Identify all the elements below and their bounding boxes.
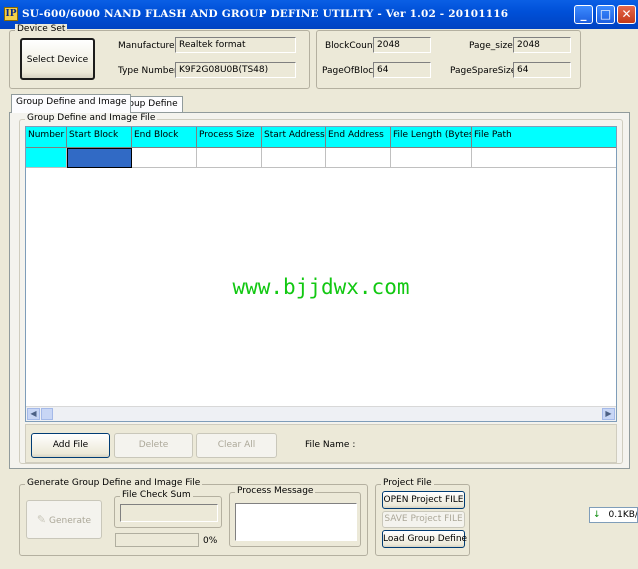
generate-label: Generate (49, 516, 92, 526)
cell-end-block[interactable] (132, 148, 197, 168)
generate-legend: Generate Group Define and Image File (25, 478, 203, 488)
block-count-label: BlockCount (325, 41, 377, 51)
close-icon: ✕ (621, 7, 632, 21)
column-header-file-length[interactable]: File Length (Bytes) (391, 127, 472, 148)
checksum-field (120, 504, 218, 522)
cell-file-path[interactable] (472, 148, 616, 168)
selected-cell-start-block[interactable] (67, 148, 132, 168)
generate-button[interactable]: ✎ Generate (26, 500, 102, 539)
column-header-process-size[interactable]: Process Size (197, 127, 262, 148)
minimize-button[interactable]: _ (574, 5, 593, 24)
column-header-start-block[interactable]: Start Block (67, 127, 132, 148)
column-header-number[interactable]: Number (26, 127, 67, 148)
page-spare-size-field: 64 (513, 62, 571, 78)
page-spare-size-label: PageSpareSize (450, 66, 517, 76)
checksum-legend: File Check Sum (120, 490, 193, 500)
cell-process-size[interactable] (197, 148, 262, 168)
manufacturer-label: Manufacturer (118, 41, 179, 51)
scroll-thumb[interactable] (41, 408, 53, 420)
close-button[interactable]: ✕ (617, 5, 636, 24)
progress-bar (115, 533, 199, 547)
device-set-legend: Device Set (15, 24, 68, 34)
clear-all-button[interactable]: Clear All (196, 433, 277, 458)
watermark-text: www.bjjdwx.com (232, 275, 410, 299)
save-project-file-button[interactable]: SAVE Project FILE (382, 511, 465, 528)
app-icon: IP (4, 7, 18, 21)
cell-file-length[interactable] (391, 148, 472, 168)
type-number-label: Type Number (118, 66, 178, 76)
page-size-field: 2048 (513, 37, 571, 53)
project-file-legend: Project File (381, 478, 434, 488)
page-of-block-label: PageOfBlock (322, 66, 379, 76)
cell-end-address[interactable] (326, 148, 391, 168)
window-title: SU-600/6000 NAND FLASH AND GROUP DEFINE … (22, 8, 509, 20)
file-grid[interactable]: Number Start Block End Block Process Siz… (25, 126, 617, 422)
maximize-icon: □ (599, 7, 612, 21)
network-rate: 0.1KB/s (608, 510, 638, 520)
page-of-block-field: 64 (373, 62, 431, 78)
network-speed-meter: ↓ 0.1KB/s (589, 507, 638, 523)
column-header-file-path[interactable]: File Path (472, 127, 616, 148)
group-image-legend: Group Define and Image File (25, 113, 158, 123)
load-group-define-button[interactable]: Load Group Define (382, 530, 467, 548)
scroll-right-icon[interactable]: ▶ (602, 408, 615, 420)
horizontal-scrollbar[interactable]: ◀ ▶ (26, 406, 616, 421)
generate-icon: ✎ (36, 513, 47, 526)
cell-start-address[interactable] (262, 148, 326, 168)
select-device-button[interactable]: Select Device (20, 38, 95, 80)
process-message-box[interactable] (235, 503, 357, 541)
column-header-end-address[interactable]: End Address (326, 127, 391, 148)
block-count-field: 2048 (373, 37, 431, 53)
minimize-icon: _ (580, 7, 587, 21)
tab-group-define-and-image[interactable]: Group Define and Image (11, 94, 132, 113)
manufacturer-field: Realtek format (175, 37, 296, 53)
process-message-legend: Process Message (235, 486, 316, 496)
maximize-button[interactable]: □ (596, 5, 615, 24)
file-name-label: File Name : (305, 440, 356, 450)
row-number-cell[interactable] (26, 148, 67, 168)
add-file-button[interactable]: Add File (31, 433, 110, 458)
open-project-file-button[interactable]: OPEN Project FILE (382, 491, 465, 509)
column-header-start-address[interactable]: Start Address (262, 127, 326, 148)
title-bar[interactable]: IP SU-600/6000 NAND FLASH AND GROUP DEFI… (0, 0, 638, 29)
page-size-label: Page_size (469, 41, 513, 51)
scroll-left-icon[interactable]: ◀ (27, 408, 40, 420)
type-number-field: K9F2G08U0B(TS48) (175, 62, 296, 78)
progress-percent: 0% (203, 536, 218, 546)
download-arrow-icon: ↓ (593, 510, 601, 520)
column-header-end-block[interactable]: End Block (132, 127, 197, 148)
delete-button[interactable]: Delete (114, 433, 193, 458)
